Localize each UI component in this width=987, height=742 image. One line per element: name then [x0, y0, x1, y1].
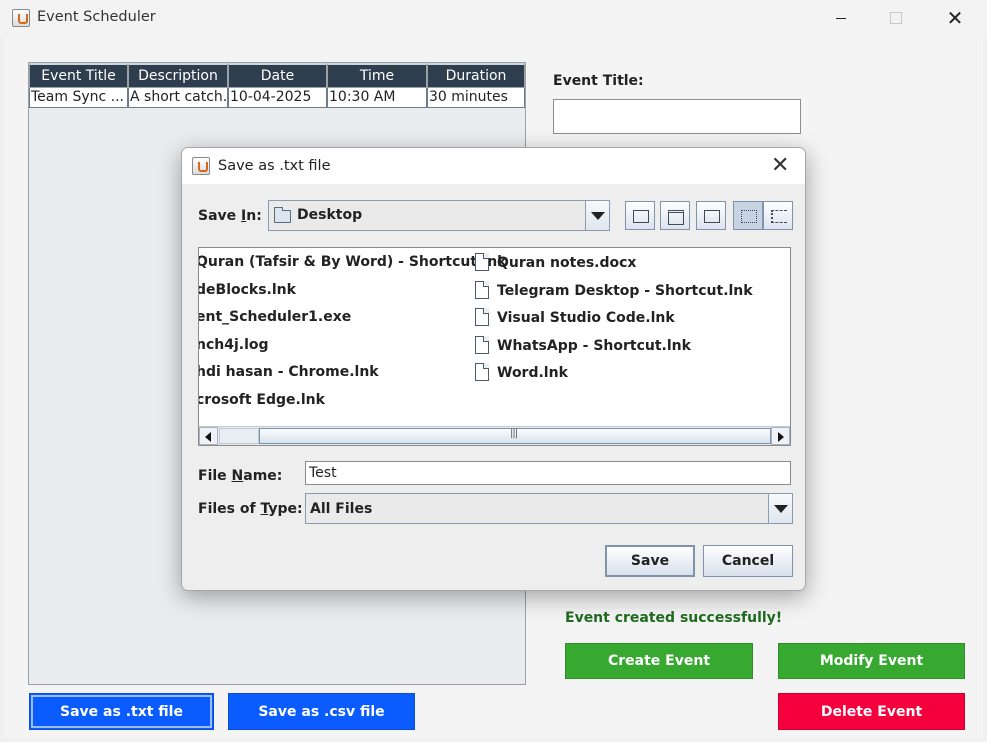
table-cell[interactable]: Team Sync ... [29, 88, 128, 108]
dialog-cancel-button[interactable]: Cancel [703, 545, 793, 577]
save-in-value: Desktop [297, 207, 363, 223]
scroll-thumb[interactable] [259, 428, 771, 444]
maximize-icon[interactable] [873, 4, 919, 32]
chevron-down-icon[interactable] [585, 200, 610, 231]
java-cup-icon [192, 157, 210, 175]
save-txt-button[interactable]: Save as .txt file [29, 693, 214, 730]
document-icon [475, 363, 489, 381]
document-icon [475, 308, 489, 326]
table-cell[interactable]: A short catch... [128, 88, 228, 108]
window-titlebar: Event Scheduler ✕ [0, 0, 987, 37]
home-icon[interactable] [660, 201, 690, 230]
table-row[interactable]: Team Sync ... A short catch... 10-04-202… [29, 88, 525, 108]
list-item[interactable]: hdi hasan - Chrome.lnk [199, 364, 379, 380]
dialog-titlebar: Save as .txt file ✕ [182, 148, 805, 184]
minimize-icon[interactable] [818, 4, 864, 32]
horizontal-scrollbar[interactable] [199, 426, 790, 445]
dialog-save-button[interactable]: Save [605, 545, 695, 577]
details-view-icon[interactable] [763, 201, 793, 230]
table-cell[interactable]: 30 minutes [427, 88, 525, 108]
close-icon[interactable]: ✕ [771, 153, 789, 178]
document-icon [475, 281, 489, 299]
create-event-button[interactable]: Create Event [565, 643, 753, 679]
save-dialog: Save as .txt file ✕ Save In: Desktop Qur… [181, 147, 806, 591]
column-header-duration[interactable]: Duration [427, 63, 525, 88]
file-type-dropdown[interactable]: All Files [305, 493, 793, 524]
document-icon [475, 253, 489, 271]
scroll-left-icon[interactable] [199, 427, 218, 445]
list-item[interactable]: Quran (Tafsir & By Word) - Shortcut.lnk [199, 254, 506, 270]
up-folder-icon[interactable] [625, 201, 655, 230]
chevron-down-icon[interactable] [768, 493, 793, 524]
column-header-time[interactable]: Time [327, 63, 427, 88]
file-type-value: All Files [310, 501, 373, 517]
window-title: Event Scheduler [37, 9, 156, 25]
table-header: Event Title Description Date Time Durati… [29, 63, 525, 88]
list-item[interactable]: ent_Scheduler1.exe [199, 309, 351, 325]
scroll-right-icon[interactable] [771, 427, 790, 445]
scroll-track[interactable] [219, 428, 259, 444]
column-header-description[interactable]: Description [128, 63, 228, 88]
document-icon [475, 336, 489, 354]
list-item[interactable]: Word.lnk [475, 363, 568, 381]
file-type-label: Files of Type: [198, 501, 303, 517]
save-in-label: Save In: [198, 208, 262, 224]
list-item[interactable]: deBlocks.lnk [199, 282, 296, 298]
list-item[interactable]: nch4j.log [199, 337, 269, 353]
file-list[interactable]: Quran (Tafsir & By Word) - Shortcut.lnk … [198, 247, 791, 446]
close-icon[interactable]: ✕ [932, 4, 978, 32]
event-title-label: Event Title: [553, 73, 644, 89]
list-item[interactable]: Visual Studio Code.lnk [475, 308, 675, 326]
folder-icon [274, 207, 291, 223]
new-folder-icon[interactable] [696, 201, 726, 230]
list-item[interactable]: Telegram Desktop - Shortcut.lnk [475, 281, 753, 299]
save-in-dropdown[interactable]: Desktop [268, 200, 610, 231]
modify-event-button[interactable]: Modify Event [778, 643, 965, 679]
save-csv-button[interactable]: Save as .csv file [228, 693, 415, 730]
java-cup-icon [12, 9, 30, 27]
table-cell[interactable]: 10-04-2025 [228, 88, 327, 108]
list-item[interactable]: Quran notes.docx [475, 253, 636, 271]
file-name-input[interactable] [305, 461, 791, 485]
status-message: Event created successfully! [565, 610, 783, 626]
event-title-input[interactable] [553, 99, 801, 134]
list-item[interactable]: WhatsApp - Shortcut.lnk [475, 336, 691, 354]
file-name-label: File Name: [198, 468, 283, 484]
dialog-title: Save as .txt file [218, 158, 331, 174]
column-header-date[interactable]: Date [228, 63, 327, 88]
delete-event-button[interactable]: Delete Event [778, 693, 965, 730]
list-view-icon[interactable] [733, 201, 763, 230]
list-item[interactable]: crosoft Edge.lnk [199, 392, 325, 408]
column-header-event-title[interactable]: Event Title [29, 63, 128, 88]
table-cell[interactable]: 10:30 AM [327, 88, 427, 108]
